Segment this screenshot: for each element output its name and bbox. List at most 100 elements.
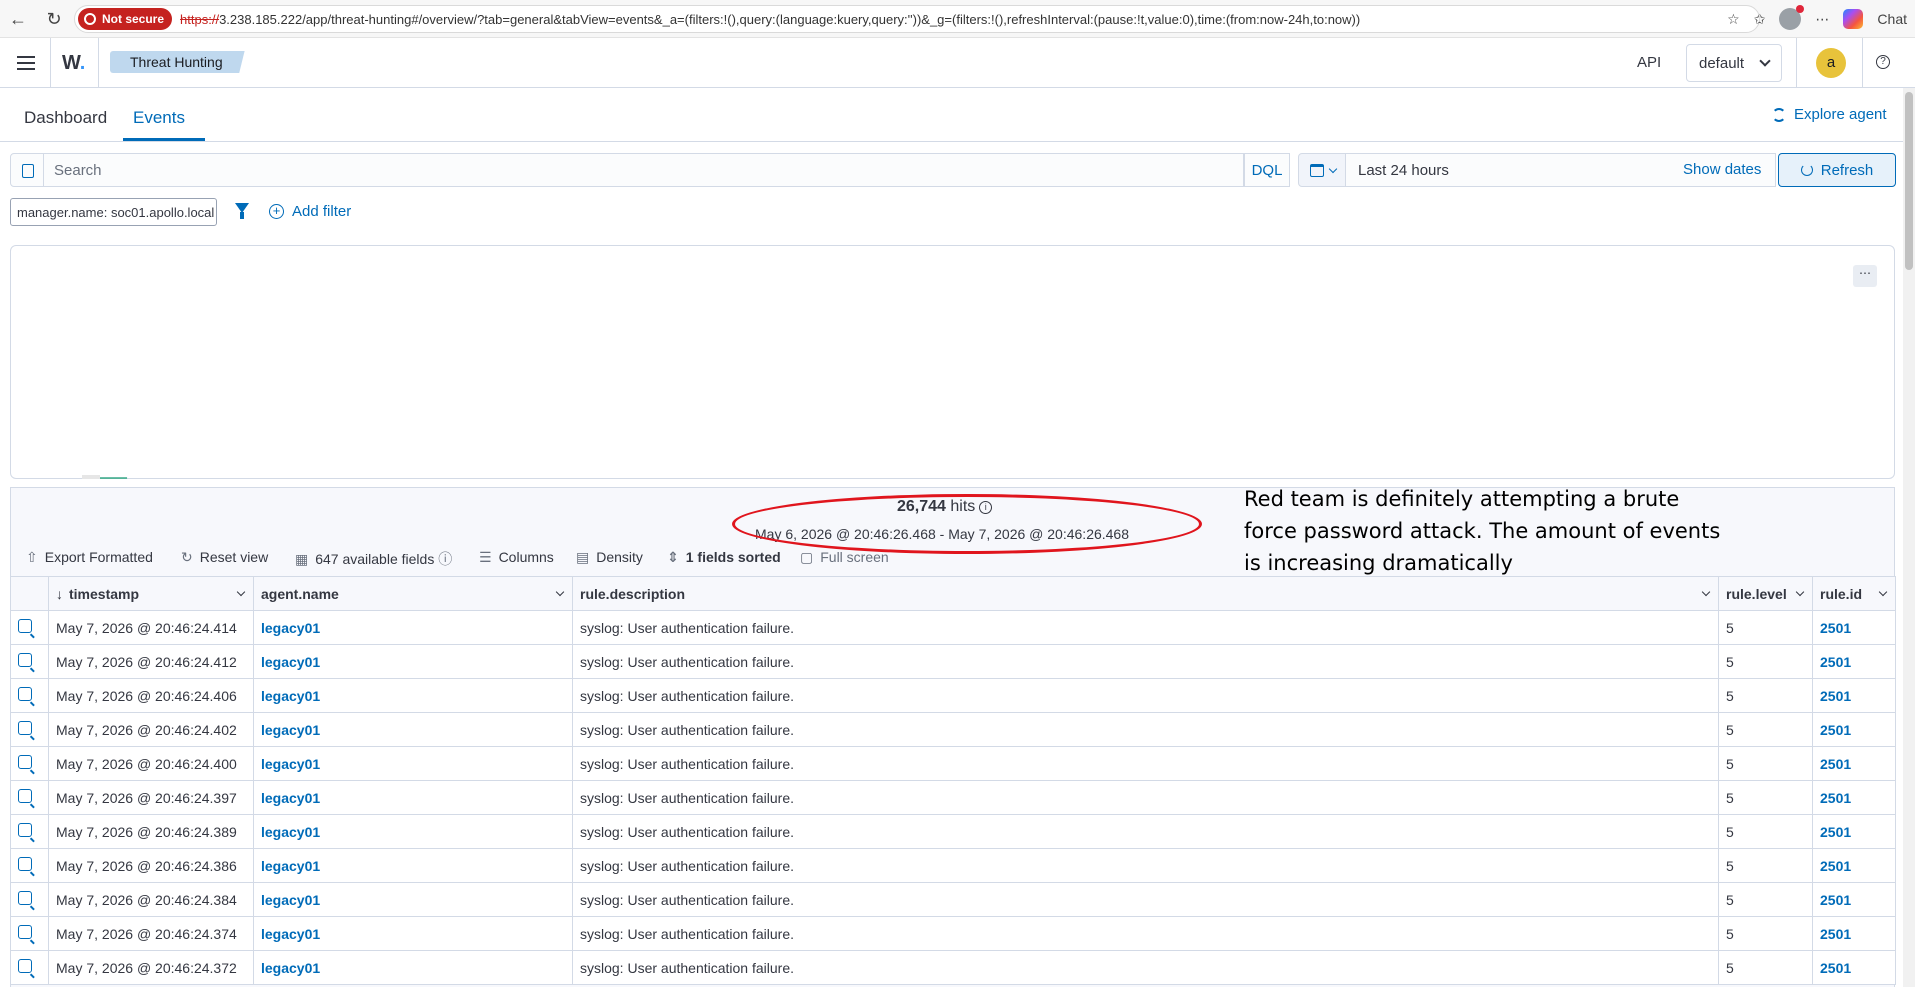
cell-rule-id[interactable]: 2501 — [1812, 882, 1896, 917]
row-inspect-cell[interactable] — [10, 882, 49, 917]
star-icon[interactable]: ☆ — [1727, 11, 1740, 28]
saved-query-button[interactable] — [10, 153, 44, 187]
table-row[interactable]: May 7, 2026 @ 20:46:24.397 legacy01 syslog… — [10, 780, 1896, 815]
inspect-icon[interactable] — [18, 823, 32, 837]
inspect-icon[interactable] — [18, 687, 32, 701]
columns-button[interactable]: ☰ Columns — [479, 549, 554, 566]
export-button[interactable]: ⇧ Export Formatted — [26, 549, 153, 566]
table-row[interactable]: May 7, 2026 @ 20:46:24.372 legacy01 syslog… — [10, 950, 1896, 985]
sort-button[interactable]: ⇕ 1 fields sorted — [667, 549, 781, 566]
inspect-icon[interactable] — [18, 857, 32, 871]
density-button[interactable]: ▤ Density — [576, 549, 643, 566]
add-filter-button[interactable]: + Add filter — [269, 203, 351, 220]
column-header-timestamp[interactable]: ↓ timestamp — [48, 576, 254, 611]
column-header-rule-description[interactable]: rule.description — [572, 576, 1719, 611]
cell-rule-id[interactable]: 2501 — [1812, 644, 1896, 679]
cell-rule-id[interactable]: 2501 — [1812, 814, 1896, 849]
inspect-icon[interactable] — [18, 653, 32, 667]
cell-agent-name[interactable]: legacy01 — [253, 780, 573, 815]
row-inspect-cell[interactable] — [10, 916, 49, 951]
row-inspect-cell[interactable] — [10, 848, 49, 883]
cell-agent-name[interactable]: legacy01 — [253, 882, 573, 917]
inspect-icon[interactable] — [18, 619, 32, 633]
table-row[interactable]: May 7, 2026 @ 20:46:24.414 legacy01 syslog… — [10, 610, 1896, 645]
cell-rule-id[interactable]: 2501 — [1812, 780, 1896, 815]
profile-icon[interactable] — [1779, 5, 1805, 30]
table-row[interactable]: May 7, 2026 @ 20:46:24.412 legacy01 syslog… — [10, 644, 1896, 679]
tab-dashboard[interactable]: Dashboard — [24, 108, 107, 128]
available-fields-button[interactable]: ▦ 647 available fields ⓘ — [295, 549, 459, 569]
favorites-icon[interactable]: ✩ — [1754, 11, 1766, 28]
more-icon[interactable]: ⋯ — [1815, 11, 1829, 28]
explore-agent-button[interactable]: Explore agent — [1772, 106, 1887, 123]
menu-icon[interactable] — [17, 56, 35, 70]
filter-pill[interactable]: manager.name: soc01.apollo.local — [10, 198, 217, 226]
cell-agent-name[interactable]: legacy01 — [253, 916, 573, 951]
inspect-icon[interactable] — [18, 789, 32, 803]
scrollbar-thumb[interactable] — [1905, 92, 1913, 270]
row-inspect-cell[interactable] — [10, 610, 49, 645]
inspect-icon[interactable] — [18, 891, 32, 905]
not-secure-badge[interactable]: Not secure — [78, 8, 173, 30]
table-row[interactable]: May 7, 2026 @ 20:46:24.389 legacy01 syslog… — [10, 814, 1896, 849]
address-bar[interactable]: Not secure https://3.238.185.222/app/thr… — [74, 5, 1760, 33]
row-inspect-cell[interactable] — [10, 780, 49, 815]
refresh-button[interactable]: Refresh — [1778, 153, 1896, 187]
cell-agent-name[interactable]: legacy01 — [253, 950, 573, 985]
reset-view-button[interactable]: ↻ Reset view — [181, 549, 268, 566]
column-header-agent-name[interactable]: agent.name — [253, 576, 573, 611]
cell-agent-name[interactable]: legacy01 — [253, 610, 573, 645]
row-inspect-cell[interactable] — [10, 950, 49, 985]
inspect-icon[interactable] — [18, 925, 32, 939]
space-selector[interactable]: default — [1686, 44, 1782, 82]
cell-rule-id[interactable]: 2501 — [1812, 712, 1896, 747]
column-header-rule-id[interactable]: rule.id — [1812, 576, 1896, 611]
cell-rule-id[interactable]: 2501 — [1812, 848, 1896, 883]
copilot-icon[interactable] — [1843, 9, 1864, 29]
table-row[interactable]: May 7, 2026 @ 20:46:24.374 legacy01 syslog… — [10, 916, 1896, 951]
query-language-button[interactable]: DQL — [1244, 153, 1290, 187]
fullscreen-icon: ▢ — [800, 549, 814, 565]
row-inspect-cell[interactable] — [10, 814, 49, 849]
cell-rule-id[interactable]: 2501 — [1812, 950, 1896, 985]
back-icon[interactable]: ← — [4, 5, 32, 33]
api-link[interactable]: API — [1637, 54, 1661, 71]
date-quick-menu-button[interactable] — [1298, 153, 1346, 187]
inspect-icon[interactable] — [18, 721, 32, 735]
row-inspect-cell[interactable] — [10, 712, 49, 747]
cell-agent-name[interactable]: legacy01 — [253, 678, 573, 713]
filter-icon[interactable] — [235, 203, 249, 219]
table-row[interactable]: May 7, 2026 @ 20:46:24.400 legacy01 syslog… — [10, 746, 1896, 781]
table-row[interactable]: May 7, 2026 @ 20:46:24.384 legacy01 syslog… — [10, 882, 1896, 917]
search-input[interactable]: Search — [44, 153, 1244, 187]
tab-bar — [0, 88, 1903, 142]
cell-rule-id[interactable]: 2501 — [1812, 916, 1896, 951]
column-header-rule-level[interactable]: rule.level — [1718, 576, 1813, 611]
reload-icon[interactable]: ↻ — [40, 5, 68, 33]
show-dates-link[interactable]: Show dates — [1683, 161, 1761, 178]
row-inspect-cell[interactable] — [10, 678, 49, 713]
logo[interactable]: W. — [62, 52, 85, 75]
cell-agent-name[interactable]: legacy01 — [253, 644, 573, 679]
cell-agent-name[interactable]: legacy01 — [253, 814, 573, 849]
cell-rule-id[interactable]: 2501 — [1812, 610, 1896, 645]
cell-agent-name[interactable]: legacy01 — [253, 848, 573, 883]
table-row[interactable]: May 7, 2026 @ 20:46:24.386 legacy01 syslog… — [10, 848, 1896, 883]
table-row[interactable]: May 7, 2026 @ 20:46:24.406 legacy01 syslog… — [10, 678, 1896, 713]
breadcrumb[interactable]: Threat Hunting — [110, 51, 245, 73]
cell-agent-name[interactable]: legacy01 — [253, 746, 573, 781]
tab-events[interactable]: Events — [133, 108, 185, 128]
cell-agent-name[interactable]: legacy01 — [253, 712, 573, 747]
table-row[interactable]: May 7, 2026 @ 20:46:24.402 legacy01 syslog… — [10, 712, 1896, 747]
row-inspect-cell[interactable] — [10, 746, 49, 781]
avatar[interactable]: a — [1816, 48, 1846, 78]
cell-rule-id[interactable]: 2501 — [1812, 746, 1896, 781]
chat-label[interactable]: Chat — [1877, 11, 1907, 27]
inspect-icon[interactable] — [18, 959, 32, 973]
fields-icon: ▦ — [295, 551, 309, 567]
cell-rule-id[interactable]: 2501 — [1812, 678, 1896, 713]
inspect-icon[interactable] — [18, 755, 32, 769]
chart-options-icon[interactable]: ⋯ — [1853, 265, 1877, 287]
help-icon[interactable]: ? — [1876, 55, 1890, 69]
row-inspect-cell[interactable] — [10, 644, 49, 679]
